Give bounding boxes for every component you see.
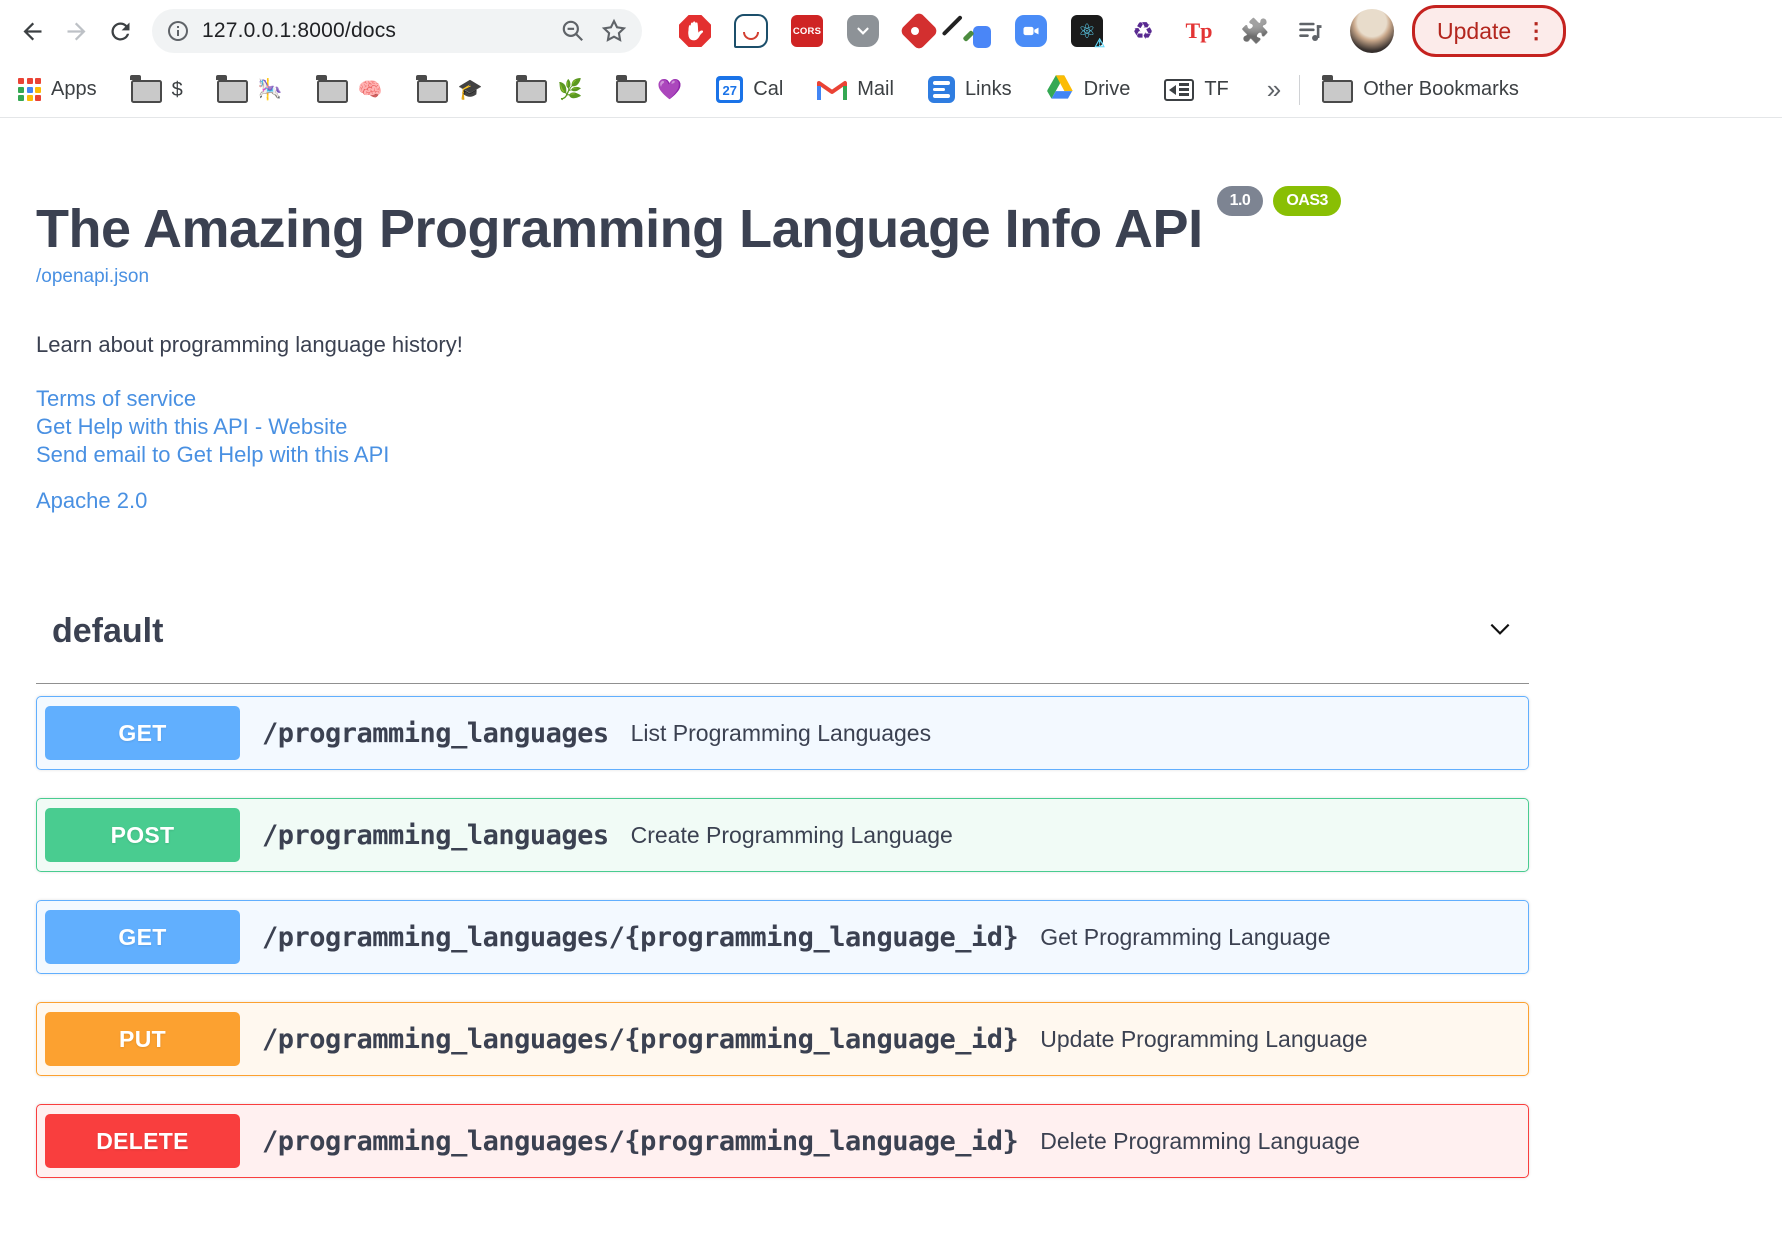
forward-button[interactable]: [54, 9, 98, 53]
folder-icon: [316, 75, 348, 103]
folder-icon: [615, 75, 648, 103]
folder-icon: [1321, 75, 1354, 103]
bookmark-tf[interactable]: TF: [1164, 78, 1229, 101]
endpoint-path: /programming_languages/{programming_lang…: [262, 1023, 1019, 1055]
browser-menu-icon[interactable]: ⋮: [1525, 20, 1547, 42]
music-playlist-icon[interactable]: [1294, 14, 1328, 48]
bookmark-calendar[interactable]: 27 Cal: [716, 76, 783, 103]
drive-icon: [1046, 74, 1074, 105]
bookmark-links[interactable]: Links: [927, 76, 1012, 103]
bookmark-gmail[interactable]: Mail: [817, 78, 894, 102]
forward-arrow-icon: [67, 22, 85, 40]
back-button[interactable]: [10, 9, 54, 53]
bookmark-other-bookmarks[interactable]: Other Bookmarks: [1321, 75, 1519, 103]
chat-bubble-icon[interactable]: [734, 14, 768, 48]
version-badge: 1.0: [1216, 186, 1264, 216]
bookmarks-overflow-chevron[interactable]: »: [1267, 74, 1281, 105]
bookmark-folder-brain[interactable]: 🧠: [316, 75, 383, 103]
endpoint-summary: List Programming Languages: [630, 719, 932, 746]
links-icon: [927, 76, 955, 103]
adblock-icon[interactable]: ✋: [678, 14, 712, 48]
folder-icon: [130, 75, 162, 103]
email-help-link[interactable]: Send email to Get Help with this API: [36, 442, 389, 467]
method-badge: DELETE: [45, 1114, 240, 1168]
method-badge: GET: [45, 910, 240, 964]
bookmark-star-icon[interactable]: [600, 17, 628, 45]
apps-grid-icon: [18, 78, 41, 101]
zoom-camera-icon[interactable]: [1014, 14, 1048, 48]
method-badge: GET: [45, 706, 240, 760]
endpoint-path: /programming_languages: [262, 819, 609, 851]
browser-toolbar: 127.0.0.1:8000/docs ✋ CORS ⚛ ⚠ ♻ Tp 🧩 Upd…: [0, 0, 1782, 62]
terms-of-service-link[interactable]: Terms of service: [36, 386, 196, 411]
endpoint-summary: Get Programming Language: [1040, 923, 1331, 950]
purple-recycle-icon[interactable]: ♻: [1126, 14, 1160, 48]
endpoint-path: /programming_languages: [262, 717, 609, 749]
method-badge: POST: [45, 808, 240, 862]
update-label: Update: [1437, 17, 1512, 44]
reload-button[interactable]: [98, 9, 142, 53]
bookmark-drive[interactable]: Drive: [1046, 74, 1130, 105]
gmail-icon: [817, 78, 848, 102]
update-button[interactable]: Update ⋮: [1412, 5, 1567, 57]
endpoint-path: /programming_languages/{programming_lang…: [262, 921, 1019, 953]
endpoint-summary: Delete Programming Language: [1040, 1127, 1360, 1154]
endpoint-row[interactable]: POST /programming_languages Create Progr…: [36, 798, 1529, 872]
tf-card-icon: [1164, 78, 1195, 101]
cors-icon[interactable]: CORS: [790, 14, 824, 48]
oas3-badge: OAS3: [1273, 186, 1341, 216]
default-section-header[interactable]: default: [36, 612, 1529, 684]
extensions-strip: ✋ CORS ⚛ ⚠ ♻ Tp 🧩: [678, 11, 1328, 51]
endpoint-row[interactable]: DELETE /programming_languages/{programmi…: [36, 1104, 1529, 1178]
profile-avatar[interactable]: [1350, 9, 1394, 53]
endpoint-row[interactable]: PUT /programming_languages/{programming_…: [36, 1002, 1529, 1076]
bookmark-apps[interactable]: Apps: [18, 78, 97, 101]
bookmarks-divider: [1299, 74, 1301, 105]
bookmark-folder-graduation[interactable]: 🎓: [416, 75, 482, 103]
license-link[interactable]: Apache 2.0: [36, 488, 147, 513]
endpoints-list: GET /programming_languages List Programm…: [36, 696, 1529, 1178]
folder-icon: [515, 75, 548, 103]
page-title: The Amazing Programming Language Info AP…: [36, 186, 1529, 256]
site-info-icon[interactable]: [166, 19, 190, 43]
endpoint-row[interactable]: GET /programming_languages/{programming_…: [36, 900, 1529, 974]
eyedropper-icon[interactable]: [941, 14, 992, 48]
folder-icon: [216, 75, 248, 103]
puzzle-extensions-icon[interactable]: 🧩: [1238, 14, 1272, 48]
address-bar[interactable]: 127.0.0.1:8000/docs: [152, 9, 642, 53]
calendar-icon: 27: [716, 76, 744, 103]
endpoint-summary: Update Programming Language: [1040, 1025, 1368, 1052]
endpoint-path: /programming_languages/{programming_lang…: [262, 1125, 1019, 1157]
chevron-down-icon[interactable]: [1487, 616, 1513, 647]
tp-icon[interactable]: Tp: [1182, 14, 1216, 48]
api-description: Learn about programming language history…: [36, 332, 463, 357]
section-title: default: [52, 612, 164, 650]
website-help-link[interactable]: Get Help with this API - Website: [36, 414, 347, 439]
bookmark-folder-dollar[interactable]: $: [130, 75, 183, 103]
bookmark-folder-herb[interactable]: 🌿: [515, 75, 582, 103]
bookmark-folder-carousel[interactable]: 🎠: [216, 75, 283, 103]
endpoint-summary: Create Programming Language: [630, 821, 953, 848]
zoom-out-icon[interactable]: [560, 18, 586, 44]
bookmark-folder-purple-heart[interactable]: 💜: [615, 75, 682, 103]
react-devtools-icon[interactable]: ⚛ ⚠: [1070, 14, 1105, 50]
swagger-page: The Amazing Programming Language Info AP…: [0, 186, 1782, 1178]
back-arrow-icon: [23, 22, 41, 40]
method-badge: PUT: [45, 1012, 240, 1066]
reload-icon: [110, 21, 129, 40]
url-text[interactable]: 127.0.0.1:8000/docs: [202, 19, 396, 43]
redirect-icon[interactable]: [899, 11, 939, 51]
bookmarks-bar: Apps $ 🎠 🧠 🎓 🌿 💜 27 Cal Mail Links Drive…: [0, 62, 1782, 118]
folder-icon: [416, 75, 448, 103]
pocket-icon[interactable]: [846, 14, 880, 48]
openapi-json-link[interactable]: /openapi.json: [36, 266, 149, 287]
endpoint-row[interactable]: GET /programming_languages List Programm…: [36, 696, 1529, 770]
